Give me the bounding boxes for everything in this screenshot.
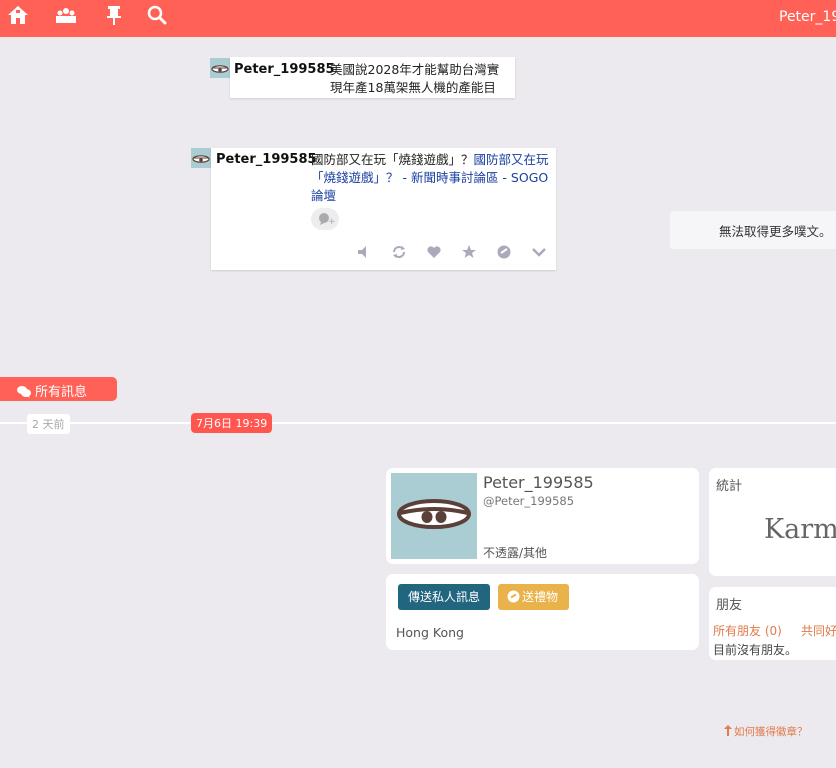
plurk-content: 美國說2028年才能幫助台灣實 [330, 62, 500, 77]
profile-card: Peter_199585 @Peter_199585 不透露/其他 [386, 468, 699, 564]
plurk-content: 現年產18萬架無人機的產能目 [330, 80, 496, 95]
plurk-user-name[interactable]: Peter_199585 [216, 152, 317, 167]
pin-icon[interactable] [103, 5, 127, 27]
plurk-content: 國防部又在玩「燒錢遊戲」？國防部又在玩「燒錢遊戲」？ - 新聞時事討論區 - S… [311, 151, 549, 205]
profile-name: Peter_199585 [483, 473, 594, 492]
plurk-actions [355, 243, 548, 261]
header-user-name[interactable]: Peter_199585 [779, 9, 836, 25]
response-count-button[interactable]: + [311, 208, 339, 230]
send-gift-label: 送禮物 [522, 590, 559, 604]
profile-avatar[interactable] [391, 473, 477, 559]
gift-icon[interactable] [495, 243, 513, 261]
friends-title: 朋友 [716, 598, 743, 613]
chat-icon [16, 385, 32, 402]
like-icon[interactable] [425, 243, 443, 261]
stats-card: 統計 Karma [709, 468, 836, 576]
how-to-get-badges-link[interactable]: 如何獲得徽章？ [724, 724, 808, 739]
plurk-text: 國防部又在玩「燒錢遊戲」？ [311, 152, 474, 167]
profile-actions-card: 傳送私人訊息 送禮物 Hong Kong [386, 574, 699, 650]
plurk-avatar[interactable] [191, 148, 211, 168]
svg-text:+: + [328, 217, 336, 227]
filter-all-messages[interactable]: 所有訊息 [0, 377, 117, 401]
friends-card: 朋友 所有朋友 (0) 共同好友 目前沒有朋友。 [709, 587, 836, 660]
no-more-plurks-text: 無法取得更多噗文。 [719, 224, 832, 239]
search-icon[interactable] [146, 5, 170, 27]
no-more-plurks-notice: 無法取得更多噗文。 [670, 211, 836, 249]
profile-location: Hong Kong [396, 625, 464, 640]
badge-link-label: 如何獲得徽章？ [734, 726, 808, 738]
common-friends-link[interactable]: 共同好友 [801, 622, 836, 639]
favorite-icon[interactable] [460, 243, 478, 261]
chevron-down-icon[interactable] [530, 243, 548, 261]
replurk-icon[interactable] [390, 243, 408, 261]
all-friends-link[interactable]: 所有朋友 (0) [713, 622, 782, 639]
home-icon[interactable] [7, 5, 31, 27]
stats-title: 統計 [716, 479, 743, 494]
mute-icon[interactable] [355, 243, 373, 261]
timeline-axis[interactable] [0, 422, 836, 424]
profile-gender: 不透露/其他 [483, 546, 548, 560]
profile-handle: @Peter_199585 [483, 494, 575, 508]
send-private-message-button[interactable]: 傳送私人訊息 [398, 584, 490, 610]
no-friends-text: 目前沒有朋友。 [713, 643, 798, 657]
badge-icon [724, 725, 732, 739]
filter-label: 所有訊息 [35, 385, 88, 400]
date-marker[interactable]: 7月6日 19:39 [191, 413, 273, 433]
time-ago-marker: 2 天前 [27, 414, 70, 434]
friends-icon[interactable] [55, 5, 79, 27]
gift-icon [507, 586, 520, 612]
karma-label: Karma [764, 514, 836, 545]
plurk-user-name[interactable]: Peter_199585 [234, 62, 335, 77]
send-gift-button[interactable]: 送禮物 [498, 584, 569, 610]
plurk-avatar[interactable] [210, 58, 230, 78]
top-nav-bar: Peter_199585 [0, 0, 836, 37]
